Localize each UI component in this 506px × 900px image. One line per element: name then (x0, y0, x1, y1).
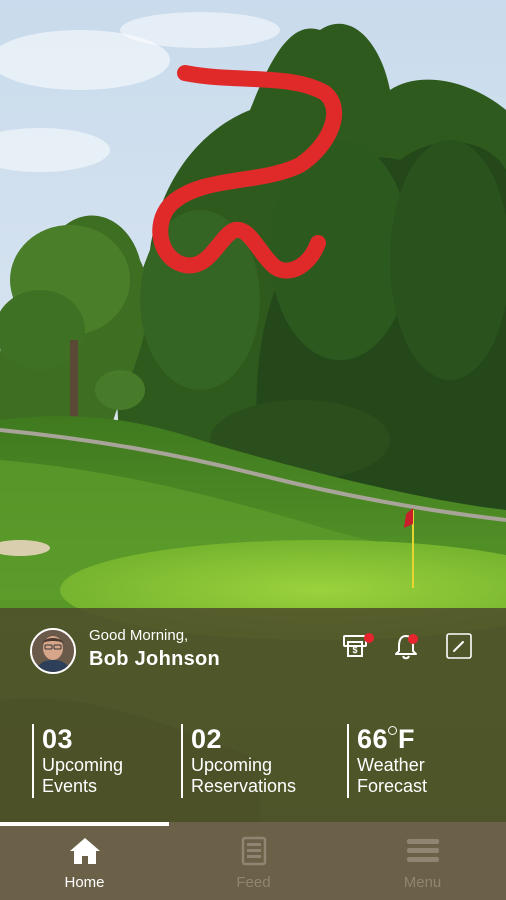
weather-forecast-stat[interactable]: 66 F Weather Forecast (347, 724, 427, 798)
degree-icon (388, 726, 398, 735)
reservations-label-line2: Reservations (191, 776, 297, 796)
user-avatar[interactable] (30, 628, 76, 674)
temperature-value: 66 F (357, 724, 427, 754)
tab-home-label: Home (64, 874, 105, 891)
tab-menu[interactable]: Menu (338, 826, 506, 900)
feed-icon (237, 836, 271, 873)
home-icon (68, 836, 102, 871)
tab-menu-label: Menu (403, 874, 442, 891)
svg-text:$: $ (352, 645, 357, 655)
tab-feed[interactable]: Feed (169, 826, 338, 900)
events-count: 03 (42, 724, 74, 754)
weather-label-line2: Forecast (357, 776, 428, 796)
temperature-number: 66 (357, 724, 389, 754)
edit-icon[interactable] (446, 632, 476, 660)
notification-badge (408, 634, 418, 644)
upcoming-events-stat[interactable]: 03 Upcoming Events (32, 724, 123, 798)
bill-icon[interactable]: $ (342, 632, 374, 660)
temperature-unit: F (398, 724, 416, 754)
user-name: Bob Johnson (89, 648, 221, 670)
notification-bell-icon[interactable] (394, 632, 424, 660)
tab-feed-label: Feed (236, 874, 271, 891)
bottom-tab-bar: Home Feed Menu (0, 822, 506, 900)
events-label-line1: Upcoming (42, 755, 124, 775)
events-label-line2: Events (42, 776, 98, 796)
club-logo (152, 65, 342, 279)
bill-badge (364, 633, 374, 643)
menu-icon (406, 836, 440, 871)
upcoming-reservations-stat[interactable]: 02 Upcoming Reservations (181, 724, 296, 798)
reservations-label-line1: Upcoming (191, 755, 273, 775)
tab-home[interactable]: Home (0, 826, 169, 900)
weather-label-line1: Weather (357, 755, 425, 775)
reservations-count: 02 (191, 724, 223, 754)
greeting-text: Good Morning, (89, 627, 189, 644)
